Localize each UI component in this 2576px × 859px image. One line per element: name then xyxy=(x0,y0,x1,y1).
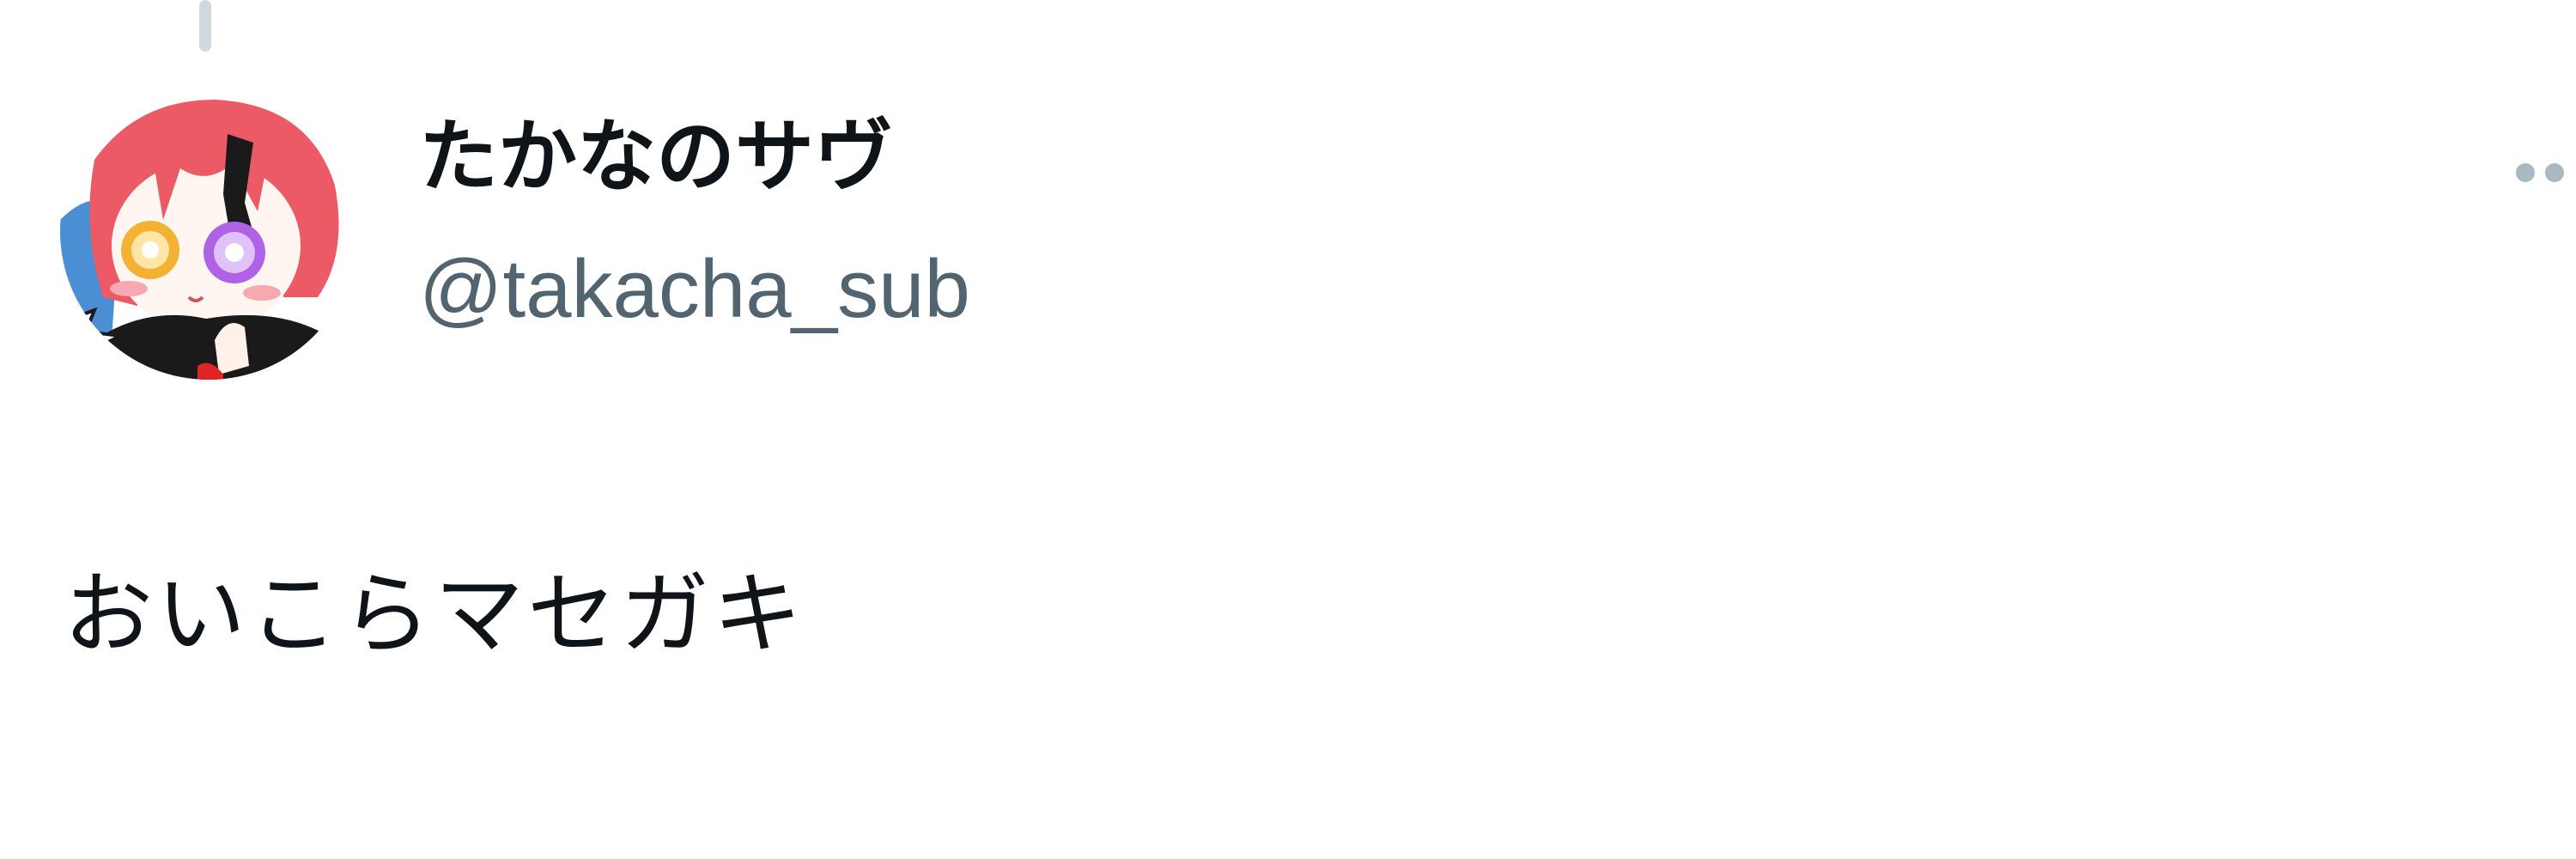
more-options-icon[interactable] xyxy=(2490,146,2576,198)
thread-connector-line xyxy=(199,0,211,52)
avatar[interactable] xyxy=(60,82,357,380)
author-display-name[interactable]: たかなのサヴ xyxy=(419,110,893,204)
tweet-card[interactable]: たかなのサヴ @takacha_sub おいこらマセガキ xyxy=(0,0,2576,859)
author-handle[interactable]: @takacha_sub xyxy=(419,242,970,337)
anime-character-avatar-icon xyxy=(60,82,357,380)
tweet-text: おいこらマセガキ xyxy=(64,562,806,667)
more-dot-icon xyxy=(2545,163,2564,182)
more-dot-icon xyxy=(2516,163,2535,182)
